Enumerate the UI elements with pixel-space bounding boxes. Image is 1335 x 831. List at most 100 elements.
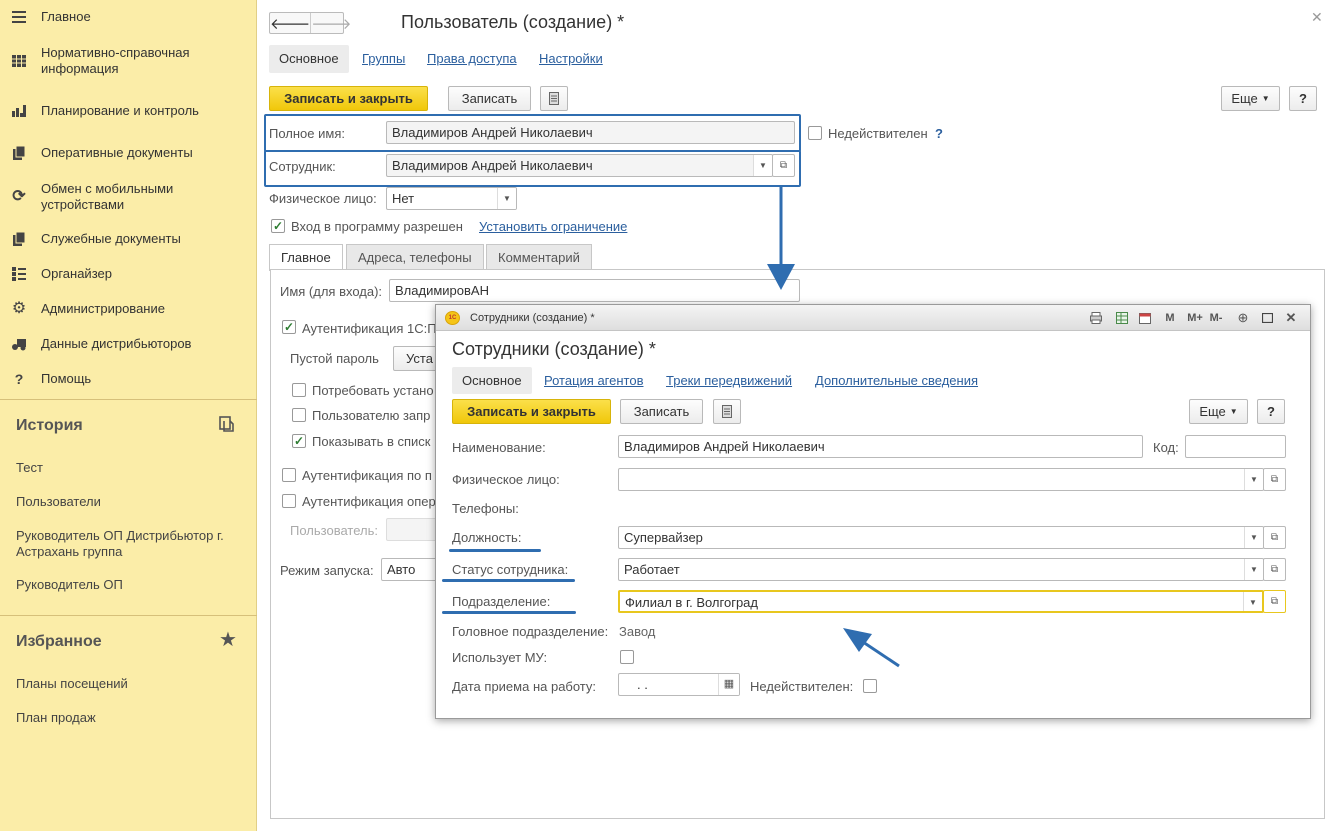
chevron-down-icon[interactable]: ▼ — [1243, 592, 1262, 611]
sidebar-item-planning[interactable]: Планирование и контроль — [0, 93, 257, 129]
dialog-window-title: Сотрудники (создание) * — [470, 312, 595, 324]
sidebar-item-service-docs[interactable]: Служебные документы — [0, 222, 257, 256]
open-employee-icon[interactable]: ⧉ — [772, 154, 795, 177]
page-title: Пользователь (создание) * — [401, 12, 625, 32]
user-prohibit-checkbox[interactable] — [292, 408, 306, 422]
close-icon[interactable]: ✕ — [1283, 309, 1299, 327]
close-icon[interactable]: ✕ — [1311, 9, 1323, 26]
more-label: Еще — [1199, 404, 1226, 419]
os-user-label: Пользователь: — [290, 523, 378, 538]
memory-plus-button[interactable]: M+ — [1185, 309, 1205, 327]
set-restriction-link[interactable]: Установить ограничение — [479, 219, 627, 234]
chevron-down-icon[interactable]: ▼ — [753, 155, 772, 176]
auth-by-checkbox[interactable] — [282, 468, 296, 482]
require-checkbox[interactable] — [292, 383, 306, 397]
dialog-tab-additional[interactable]: Дополнительные сведения — [805, 367, 988, 394]
status-field[interactable]: Работает ▼ — [618, 558, 1264, 581]
dialog-save-close-button[interactable]: Записать и закрыть — [452, 399, 611, 424]
memory-button[interactable]: M — [1164, 309, 1176, 327]
dialog-more-button[interactable]: Еще ▼ — [1189, 399, 1248, 424]
tab-settings[interactable]: Настройки — [529, 45, 613, 73]
subtab-main[interactable]: Главное — [269, 244, 343, 271]
dialog-save-button[interactable]: Записать — [620, 399, 703, 424]
sidebar-item-organizer[interactable]: Органайзер — [0, 257, 257, 291]
sidebar-item-operative-docs[interactable]: Оперативные документы — [0, 136, 257, 170]
tab-groups[interactable]: Группы — [352, 45, 415, 73]
bar-chart-icon — [11, 103, 27, 119]
menu-icon — [11, 9, 27, 25]
favorites-item[interactable]: План продаж — [16, 710, 241, 726]
history-item[interactable]: Руководитель ОП Дистрибьютор г. Астрахан… — [16, 528, 241, 560]
history-nav: 🡐 🡒 — [269, 12, 351, 34]
calendar-icon[interactable]: ▦ — [718, 674, 739, 695]
history-item[interactable]: Тест — [16, 460, 241, 476]
login-name-field[interactable]: ВладимировАН — [389, 279, 800, 302]
more-button[interactable]: Еще ▼ — [1221, 86, 1280, 111]
invalid-help-link[interactable]: ? — [935, 126, 943, 141]
subtab-addresses[interactable]: Адреса, телефоны — [346, 244, 484, 270]
report-icon[interactable] — [713, 399, 741, 424]
empty-password-label: Пустой пароль — [290, 351, 379, 366]
dialog-help-button[interactable]: ? — [1257, 399, 1285, 424]
sidebar-item-distributors[interactable]: Данные дистрибьюторов — [0, 327, 257, 361]
sidebar-item-reference[interactable]: Нормативно-справочная информация — [0, 43, 257, 79]
full-name-field[interactable]: Владимиров Андрей Николаевич — [386, 121, 795, 144]
person-value: Нет — [392, 191, 415, 206]
tab-access-rights[interactable]: Права доступа — [417, 45, 527, 73]
spreadsheet-icon[interactable] — [1114, 309, 1130, 327]
open-division-icon[interactable]: ⧉ — [1263, 590, 1286, 613]
open-person-icon[interactable]: ⧉ — [1263, 468, 1286, 491]
dialog-titlebar: 1С Сотрудники (создание) * M M+ M- ⊕ ✕ — [436, 305, 1310, 331]
show-in-list-checkbox[interactable]: ✓ — [292, 434, 306, 448]
open-status-icon[interactable]: ⧉ — [1263, 558, 1286, 581]
sidebar-item-admin[interactable]: ⚙ Администрирование — [0, 292, 257, 326]
code-field[interactable] — [1185, 435, 1286, 458]
person-field[interactable]: Нет ▼ — [386, 187, 517, 210]
tab-main[interactable]: Основное — [269, 45, 349, 73]
status-value: Работает — [624, 562, 680, 577]
memory-minus-button[interactable]: M- — [1207, 309, 1225, 327]
position-value: Супервайзер — [624, 530, 703, 545]
calendar-icon[interactable] — [1137, 309, 1153, 327]
employee-field[interactable]: Владимиров Андрей Николаевич ▼ — [386, 154, 773, 177]
print-icon[interactable] — [1088, 309, 1104, 327]
uses-mu-checkbox[interactable] — [620, 650, 634, 664]
save-button[interactable]: Записать — [448, 86, 531, 111]
history-item[interactable]: Руководитель ОП — [16, 577, 241, 593]
help-button[interactable]: ? — [1289, 86, 1317, 111]
chevron-down-icon[interactable]: ▼ — [497, 188, 516, 209]
login-allowed-checkbox[interactable]: ✓ — [271, 219, 285, 233]
open-position-icon[interactable]: ⧉ — [1263, 526, 1286, 549]
launch-mode-field[interactable]: Авто — [381, 558, 441, 581]
hire-date-field[interactable]: . . ▦ — [618, 673, 740, 696]
history-copy-icon[interactable] — [219, 416, 235, 435]
sidebar-item-main[interactable]: Главное — [0, 0, 257, 34]
sidebar-item-mobile-exchange[interactable]: ⟳ Обмен с мобильными устройствами — [0, 179, 257, 215]
distributor-icon — [11, 336, 27, 352]
back-arrow-icon[interactable]: 🡐 — [270, 13, 310, 33]
zoom-icon[interactable]: ⊕ — [1235, 309, 1251, 327]
save-close-button[interactable]: Записать и закрыть — [269, 86, 428, 111]
dialog-tab-rotation[interactable]: Ротация агентов — [534, 367, 653, 394]
sidebar-item-help[interactable]: ? Помощь — [0, 362, 257, 396]
favorites-item[interactable]: Планы посещений — [16, 676, 241, 692]
history-item[interactable]: Пользователи — [16, 494, 241, 510]
name-field[interactable]: Владимиров Андрей Николаевич — [618, 435, 1143, 458]
invalid-checkbox[interactable] — [808, 126, 822, 140]
division-field[interactable]: Филиал в г. Волгоград ▼ — [618, 590, 1264, 613]
report-icon[interactable] — [540, 86, 568, 111]
person-field[interactable]: ▼ — [618, 468, 1264, 491]
dialog-invalid-checkbox[interactable] — [863, 679, 877, 693]
subtab-comment[interactable]: Комментарий — [486, 244, 592, 270]
dialog-tab-tracks[interactable]: Треки передвижений — [656, 367, 802, 394]
forward-arrow-icon[interactable]: 🡒 — [310, 13, 351, 33]
chevron-down-icon[interactable]: ▼ — [1244, 527, 1263, 548]
maximize-icon[interactable] — [1259, 309, 1275, 327]
auth-os-checkbox[interactable] — [282, 494, 296, 508]
auth-1c-checkbox[interactable]: ✓ — [282, 320, 296, 334]
position-field[interactable]: Супервайзер ▼ — [618, 526, 1264, 549]
chevron-down-icon[interactable]: ▼ — [1244, 559, 1263, 580]
chevron-down-icon[interactable]: ▼ — [1244, 469, 1263, 490]
star-icon[interactable]: ★ — [219, 630, 237, 650]
dialog-tab-main[interactable]: Основное — [452, 367, 532, 394]
